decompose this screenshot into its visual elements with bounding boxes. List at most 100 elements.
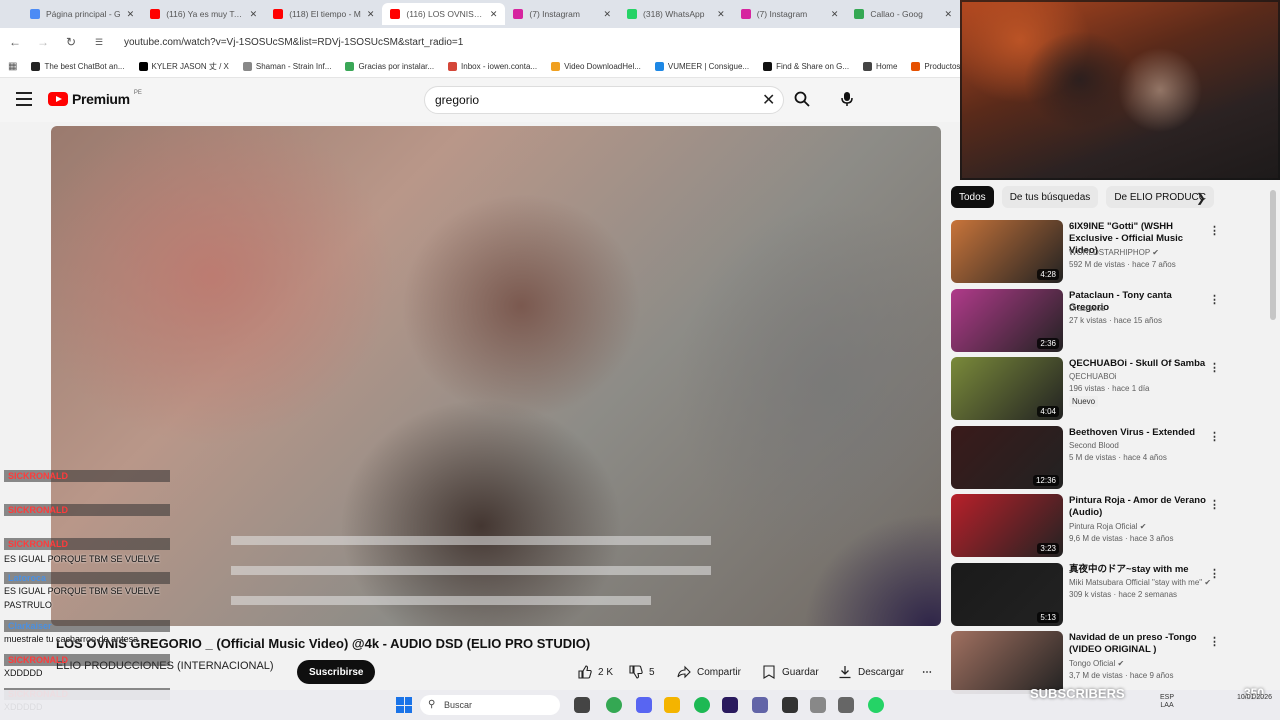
hamburger-menu-icon[interactable]	[16, 92, 32, 106]
windows-start-icon[interactable]	[396, 697, 412, 713]
microphone-icon[interactable]	[840, 91, 854, 107]
tab-close-icon[interactable]: ✕	[490, 9, 498, 20]
tab-close-icon[interactable]: ✕	[250, 9, 258, 20]
taskbar-search-input[interactable]: ⚲ Buscar	[420, 695, 560, 715]
recommendation-title: Pintura Roja - Amor de Verano (Audio)	[1069, 495, 1206, 518]
browser-tab[interactable]: (116) Ya es muy Tard ✕	[142, 3, 265, 25]
chat-message: XDDDDD	[4, 668, 43, 678]
apps-grid-icon[interactable]: ▦	[8, 61, 17, 72]
browser-tab[interactable]: (118) El tiempo - M ✕	[265, 3, 382, 25]
search-icon[interactable]	[794, 91, 810, 107]
dislike-button[interactable]: 5	[629, 662, 655, 682]
more-actions-icon[interactable]: ⋯	[922, 662, 932, 682]
share-label: Compartir	[697, 666, 741, 678]
tab-favicon-icon	[627, 9, 638, 19]
task-view-icon[interactable]	[574, 697, 590, 713]
tab-favicon-icon	[150, 9, 161, 19]
subscribe-button[interactable]: Suscribirse	[297, 660, 376, 684]
recommendation-item[interactable]: 4:04 QECHUABOi - Skull Of Samba QECHUABOi 1…	[951, 357, 1271, 421]
like-button[interactable]: 2 K	[578, 662, 613, 682]
bookmark-item[interactable]: VUMEER | Consigue...	[654, 62, 749, 71]
video-player[interactable]	[51, 126, 941, 626]
browser-tab[interactable]: (116) LOS OVNIS GR ✕	[382, 3, 506, 25]
tab-close-icon[interactable]: ✕	[604, 9, 612, 20]
url-field[interactable]: youtube.com/watch?v=Vj-1SOSUcSM&list=RDV…	[124, 37, 463, 48]
video-thumbnail[interactable]	[951, 631, 1063, 694]
filter-chip[interactable]: De tus búsquedas	[1001, 186, 1099, 208]
bookmark-item[interactable]: The best ChatBot an...	[31, 62, 125, 71]
bookmark-item[interactable]: Inbox - iowen.conta...	[448, 62, 537, 71]
snipping-tool-icon[interactable]	[838, 697, 854, 713]
language-code: ESP	[1160, 694, 1175, 701]
recommendation-title: Navidad de un preso -Tongo (VIDEO ORIGIN…	[1069, 632, 1197, 655]
back-icon[interactable]: ←	[8, 35, 22, 49]
search-input[interactable]: gregorio	[424, 86, 784, 114]
settings-gear-icon[interactable]	[810, 697, 826, 713]
recommendation-channel: Crasfusos	[1069, 304, 1105, 313]
bookmark-item[interactable]: Video DownloadHel...	[551, 62, 641, 71]
tab-close-icon[interactable]: ✕	[717, 9, 725, 20]
forward-icon[interactable]: →	[36, 35, 50, 49]
video-thumbnail[interactable]: 2:36	[951, 289, 1063, 352]
bookmark-item[interactable]: Shaman - Strain Inf...	[242, 62, 331, 71]
bookmark-label: KYLER JASON 丈 / X	[151, 62, 229, 71]
whatsapp-icon[interactable]	[868, 697, 884, 713]
recommendation-item[interactable]: 12:36 Beethoven Virus - Extended Second Bl…	[951, 426, 1271, 490]
more-options-icon[interactable]: ⋮	[1209, 361, 1220, 374]
chevron-right-icon[interactable]: ❯	[1196, 191, 1206, 205]
more-options-icon[interactable]: ⋮	[1209, 224, 1220, 237]
bookmark-item[interactable]: Gracias por instalar...	[345, 62, 434, 71]
like-count: 2 K	[598, 666, 614, 678]
language-indicator[interactable]: ESP LAA	[1160, 694, 1174, 710]
clear-search-icon[interactable]: ✕	[762, 90, 775, 110]
sidebar-scrollbar[interactable]	[1270, 190, 1276, 320]
tab-close-icon[interactable]: ✕	[367, 9, 375, 20]
browser-tab[interactable]: (7) Instagram ✕	[733, 3, 847, 25]
tab-close-icon[interactable]: ✕	[944, 9, 952, 20]
tab-favicon-icon	[513, 9, 524, 19]
premiere-icon[interactable]	[722, 697, 738, 713]
browser-tab[interactable]: Callao - Goog ✕	[846, 3, 960, 25]
video-thumbnail[interactable]: 4:28	[951, 220, 1063, 283]
video-thumbnail[interactable]: 4:04	[951, 357, 1063, 420]
teams-icon[interactable]	[752, 697, 768, 713]
discord-icon[interactable]	[636, 697, 652, 713]
browser-tab[interactable]: Página principal - G ✕	[22, 3, 142, 25]
bookmark-item[interactable]: Home	[863, 62, 897, 71]
video-thumbnail[interactable]: 5:13	[951, 563, 1063, 626]
reload-icon[interactable]: ↻	[64, 35, 78, 49]
recommendation-item[interactable]: 2:36 Pataclaun - Tony canta Gregorio Crasf…	[951, 289, 1271, 353]
more-options-icon[interactable]: ⋮	[1209, 430, 1220, 443]
recommendation-stats: 196 vistas · hace 1 día	[1069, 384, 1150, 393]
browser-tab[interactable]: (7) Instagram ✕	[505, 3, 619, 25]
youtube-premium-logo[interactable]: Premium PE	[48, 90, 142, 107]
youtube-play-icon	[48, 92, 68, 106]
download-button[interactable]: Descargar	[838, 662, 904, 682]
obs-icon[interactable]	[782, 697, 798, 713]
spotify-icon[interactable]	[694, 697, 710, 713]
browser-tab[interactable]: (318) WhatsApp ✕	[619, 3, 733, 25]
site-info-icon[interactable]: ☰	[92, 37, 106, 48]
file-explorer-icon[interactable]	[664, 697, 680, 713]
more-options-icon[interactable]: ⋮	[1209, 635, 1220, 648]
bookmark-item[interactable]: KYLER JASON 丈 / X	[138, 61, 229, 72]
recommendation-item[interactable]: 4:28 6IX9INE "Gotti" (WSHH Exclusive - Of…	[951, 220, 1271, 284]
video-thumbnail[interactable]: 3:23	[951, 494, 1063, 557]
more-options-icon[interactable]: ⋮	[1209, 293, 1220, 306]
bookmark-item[interactable]: Find & Share on G...	[763, 62, 849, 71]
system-clock[interactable]: 10/01/2026	[1222, 694, 1272, 702]
bookmark-favicon-icon	[911, 62, 921, 71]
tab-close-icon[interactable]: ✕	[127, 9, 135, 20]
share-button[interactable]: Compartir	[677, 662, 741, 682]
video-thumbnail[interactable]: 12:36	[951, 426, 1063, 489]
chrome-icon[interactable]	[606, 697, 622, 713]
tab-close-icon[interactable]: ✕	[831, 9, 839, 20]
more-options-icon[interactable]: ⋮	[1209, 567, 1220, 580]
more-options-icon[interactable]: ⋮	[1209, 498, 1220, 511]
recommendation-item[interactable]: 3:23 Pintura Roja - Amor de Verano (Audio…	[951, 494, 1271, 558]
bookmark-label: Gracias por instalar...	[358, 62, 435, 71]
recommendation-item[interactable]: 5:13 真夜中のドア~stay with me Miki Matsubara Of…	[951, 563, 1271, 627]
filter-chip[interactable]: Todos	[951, 186, 994, 208]
bookmark-item[interactable]: Productos	[911, 62, 960, 71]
save-button[interactable]: Guardar	[762, 662, 819, 682]
